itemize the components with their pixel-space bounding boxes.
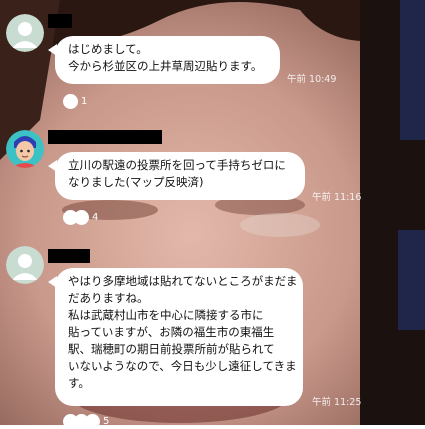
reaction-count: 1 xyxy=(81,96,88,107)
reaction-count: 4 xyxy=(92,212,99,223)
message-text: やはり多摩地域は貼れてないところがまだま xyxy=(68,274,298,288)
default-person-icon xyxy=(6,246,44,284)
default-person-icon xyxy=(6,14,44,52)
sender-name-redacted xyxy=(48,14,72,28)
message-text: 駅、瑞穂町の期日前投票所前が貼られて xyxy=(68,342,275,356)
message-bubble[interactable]: はじめまして。 今から杉並区の上井草周辺貼ります。 xyxy=(48,36,280,84)
laughing-face-icon: 😆 xyxy=(85,414,100,429)
message-text: 立川の駅遠の投票所を回って手持ちゼロに xyxy=(68,158,286,172)
timestamp: 午前 10:49 xyxy=(287,74,337,85)
heart-face-icon: 😍 xyxy=(74,210,89,225)
timestamp: 午前 11:16 xyxy=(312,192,362,203)
cartoon-avatar-icon xyxy=(6,130,44,168)
message-text: だありますね。 xyxy=(68,291,149,305)
sender-name-redacted xyxy=(48,249,90,263)
sender-name-redacted xyxy=(48,130,162,144)
message-bubble[interactable]: 立川の駅遠の投票所を回って手持ちゼロに なりました(マップ反映済) xyxy=(48,152,305,200)
avatar[interactable] xyxy=(6,246,44,284)
message-text: 私は武蔵村山市を中心に隣接する市に xyxy=(68,308,264,322)
timestamp: 午前 11:25 xyxy=(312,397,362,408)
avatar[interactable] xyxy=(6,130,44,168)
message-text: す。 xyxy=(68,376,90,390)
reaction-count: 5 xyxy=(103,416,110,427)
reactions[interactable]: 😲 😍 4 xyxy=(63,210,98,225)
surprised-face-icon: 😲 xyxy=(63,94,78,109)
message-text: いないようなので、今日も少し遠征してきま xyxy=(68,359,297,373)
message-text: 貼っていますが、お隣の福生市の東福生 xyxy=(68,325,275,339)
message-bubble[interactable]: やはり多摩地域は貼れてないところがまだま だありますね。 私は武蔵村山市を中心に… xyxy=(48,268,303,406)
reactions[interactable]: 😲 1 xyxy=(63,94,87,109)
avatar[interactable] xyxy=(6,14,44,52)
reactions[interactable]: 😲 😍 😆 5 xyxy=(63,414,109,429)
message-text: はじめまして。 xyxy=(68,42,148,56)
message-text: 今から杉並区の上井草周辺貼ります。 xyxy=(68,59,263,73)
message-text: なりました(マップ反映済) xyxy=(68,175,204,189)
